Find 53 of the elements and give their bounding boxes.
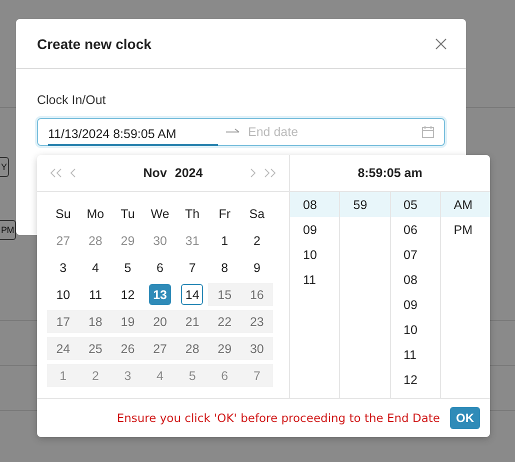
start-date-input[interactable]: 11/13/2024 8:59:05 AM	[48, 122, 218, 146]
time-option[interactable]: 09	[390, 292, 440, 317]
time-title: 8:59:05 am	[358, 166, 422, 180]
time-option[interactable]: 11	[290, 267, 340, 292]
calendar-day[interactable]: 9	[246, 257, 268, 278]
weekday-label: Th	[184, 206, 201, 222]
weekday-label: Fr	[218, 206, 232, 222]
month-button[interactable]: Nov	[143, 166, 167, 180]
time-option[interactable]: AM	[440, 192, 490, 217]
calendar-day[interactable]: 5	[116, 257, 139, 278]
calendar-day[interactable]: 12	[116, 284, 139, 305]
calendar-day[interactable]: 4	[84, 257, 106, 278]
calendar-day[interactable]: 8	[214, 257, 236, 278]
time-option[interactable]: 07	[390, 242, 440, 267]
calendar-day[interactable]: 10	[52, 284, 74, 305]
weekday-label: Mo	[86, 206, 106, 222]
time-option[interactable]: 09	[290, 217, 340, 242]
previous-month-icon[interactable]	[69, 168, 77, 178]
calendar-day[interactable]: 14	[181, 284, 204, 305]
time-option[interactable]: PM	[440, 217, 490, 242]
weekday-label: Tu	[120, 206, 136, 222]
previous-year-icon[interactable]	[49, 168, 63, 178]
ok-button[interactable]: OK	[450, 407, 480, 429]
calendar-day[interactable]: 11	[84, 284, 106, 305]
time-option[interactable]: 05	[390, 192, 440, 217]
time-option[interactable]: 10	[390, 317, 440, 342]
next-year-icon[interactable]	[263, 168, 277, 178]
weekday-label: Su	[54, 206, 72, 222]
time-option[interactable]: 59	[340, 192, 390, 217]
page-chip[interactable]: Y	[0, 157, 9, 177]
date-range-field[interactable]: 11/13/2024 8:59:05 AM End date	[37, 118, 445, 146]
calendar-day[interactable]: 1	[214, 230, 236, 251]
calendar-day[interactable]: 6	[149, 257, 172, 278]
calendar-day[interactable]: 2	[246, 230, 268, 251]
time-option[interactable]: 08	[390, 267, 440, 292]
time-option[interactable]: 08	[290, 192, 340, 217]
calendar-icon[interactable]	[422, 126, 434, 138]
calendar-day[interactable]: 7	[181, 257, 204, 278]
field-label: Clock In/Out	[37, 93, 107, 107]
weekday-label: Sa	[248, 206, 266, 222]
next-month-icon[interactable]	[249, 168, 257, 178]
end-date-input[interactable]: End date	[248, 125, 422, 139]
time-option[interactable]: 10	[290, 242, 340, 267]
dialog-title: Create new clock	[37, 36, 152, 52]
time-option[interactable]: 12	[390, 367, 440, 392]
close-icon[interactable]	[435, 38, 447, 50]
year-button[interactable]: 2024	[174, 166, 203, 180]
warning-message: Ensure you click 'OK' before proceeding to the End Date	[116, 411, 440, 425]
time-option[interactable]: 06	[390, 217, 440, 242]
time-option[interactable]: 11	[390, 342, 440, 367]
calendar-day[interactable]: 3	[52, 257, 74, 278]
weekday-label: We	[150, 206, 170, 222]
calendar-day[interactable]: 13	[149, 284, 172, 305]
